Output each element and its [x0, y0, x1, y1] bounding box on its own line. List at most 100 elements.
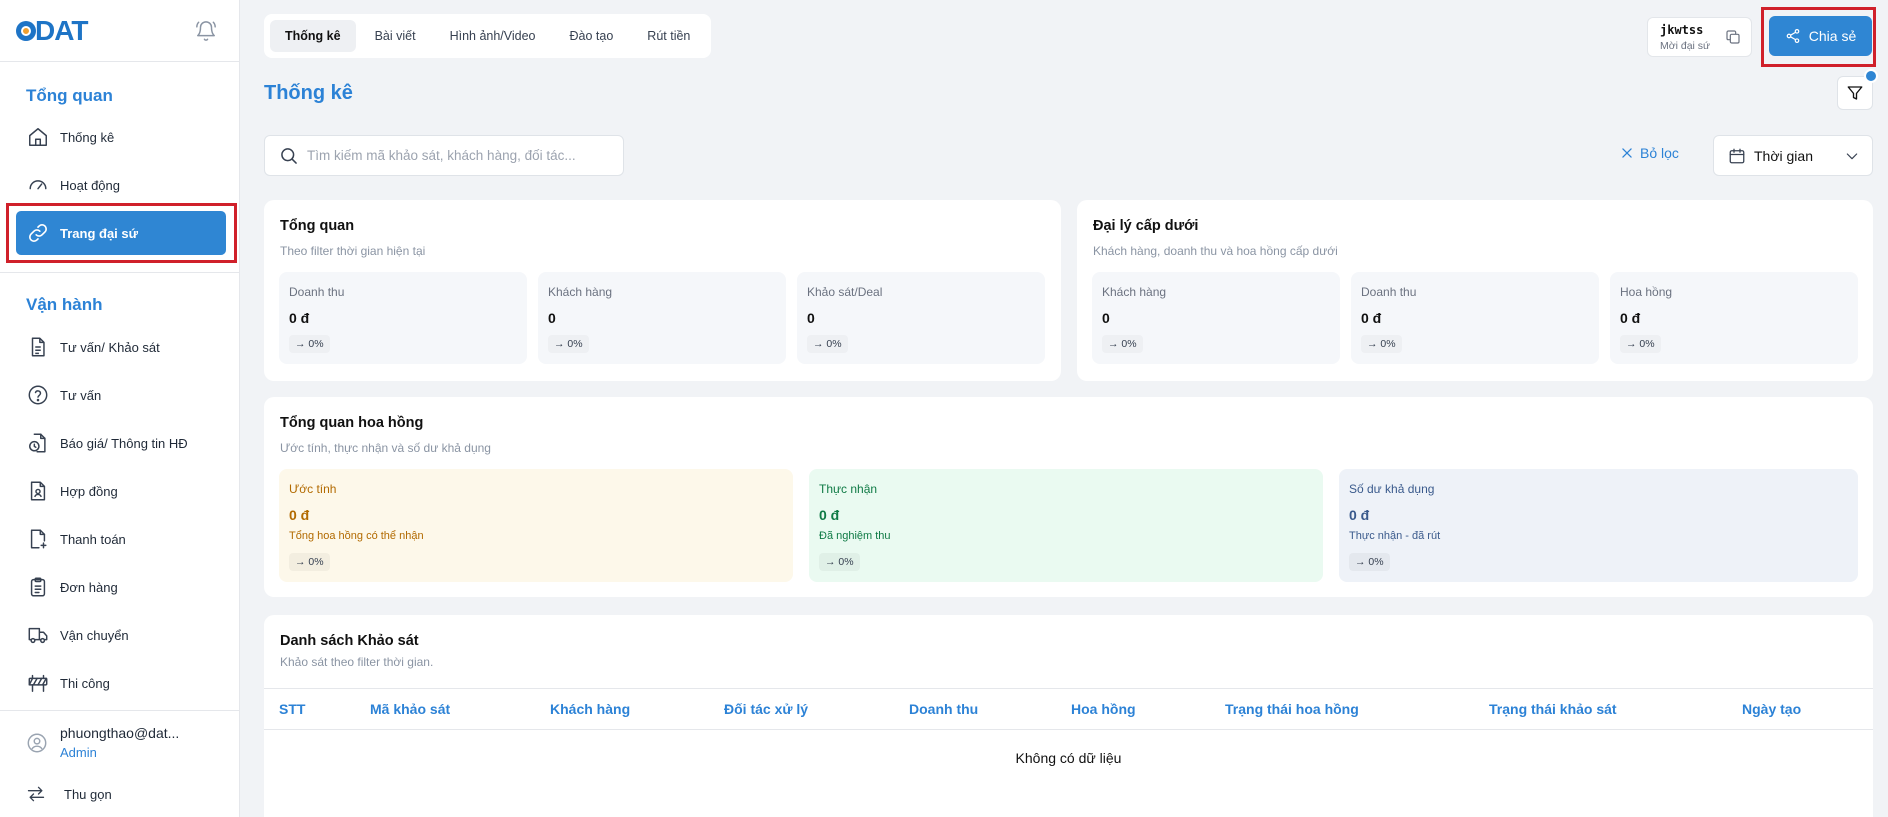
tab-rut-tien[interactable]: Rút tiền [632, 20, 705, 52]
sidebar: DAT Tổng quan Thống kê Hoạt động Trang đ… [0, 0, 240, 817]
clear-filter-label: Bỏ lọc [1640, 145, 1679, 161]
sidebar-item-label: Đơn hàng [60, 579, 118, 595]
sidebar-item-label: Thanh toán [60, 531, 126, 547]
share-button[interactable]: Chia sẻ [1769, 16, 1872, 56]
sidebar-item-label: Tư vấn [60, 387, 102, 403]
column-header-stt[interactable]: STT [279, 701, 305, 717]
collapse-sidebar-button[interactable]: Thu gọn [0, 784, 112, 804]
copy-icon[interactable] [1725, 29, 1741, 45]
invite-code-box: jkwtss Mời đại sứ [1647, 17, 1752, 57]
column-header-commission[interactable]: Hoa hồng [1071, 701, 1136, 717]
filter-indicator-dot [1864, 69, 1878, 83]
stat-value: 0 đ [819, 507, 840, 523]
card-title: Tổng quan [280, 218, 355, 234]
stat-value: 0 đ [289, 310, 310, 326]
empty-state: Không có dữ liệu [1015, 750, 1122, 766]
stat-received: Thực nhận 0 đ Đã nghiệm thu → 0% [809, 469, 1323, 582]
card-title: Danh sách Khảo sát [280, 633, 419, 649]
operations-nav: Tư vấn/ Khảo sát Tư vấn Báo giá/ Thông t… [0, 323, 240, 707]
sidebar-item-don-hang[interactable]: Đơn hàng [0, 563, 240, 611]
sidebar-item-tu-van-khao-sat[interactable]: Tư vấn/ Khảo sát [0, 323, 240, 371]
funnel-icon [1846, 84, 1864, 102]
contract-icon [27, 480, 49, 502]
time-range-select[interactable]: Thời gian [1713, 135, 1873, 176]
brand-logo[interactable]: DAT [16, 15, 88, 47]
stat-value: 0 [1102, 310, 1110, 326]
stat-change: → 0% [807, 335, 848, 353]
sidebar-item-label: Trang đại sứ [60, 225, 139, 241]
stat-change: → 0% [1361, 335, 1402, 353]
document-icon [27, 336, 49, 358]
sidebar-item-van-chuyen[interactable]: Vận chuyển [0, 611, 240, 659]
section-title-overview: Tổng quan [26, 86, 113, 105]
clear-filter-button[interactable]: Bỏ lọc [1620, 145, 1679, 161]
tab-thong-ke[interactable]: Thống kê [270, 20, 356, 52]
sidebar-item-thong-ke[interactable]: Thống kê [0, 113, 240, 161]
stat-value: 0 đ [1349, 507, 1370, 523]
stat-label: Doanh thu [1361, 285, 1417, 299]
section-title-operations: Vận hành [26, 295, 103, 314]
sidebar-item-label: Tư vấn/ Khảo sát [60, 339, 160, 355]
top-tabs: Thống kê Bài viết Hình ảnh/Video Đào tạo… [264, 14, 712, 58]
column-header-created-date[interactable]: Ngày tạo [1742, 701, 1801, 717]
stat-label: Doanh thu [289, 285, 345, 299]
sub-agents-card: Đại lý cấp dưới Khách hàng, doanh thu và… [1077, 200, 1873, 381]
user-profile[interactable]: phuongthao@dat... Admin [0, 725, 240, 760]
stat-value: 0 đ [1361, 310, 1382, 326]
tab-bai-viet[interactable]: Bài viết [360, 20, 431, 52]
sidebar-item-hoat-dong[interactable]: Hoạt động [0, 161, 240, 209]
column-header-revenue[interactable]: Doanh thu [909, 701, 978, 717]
sidebar-item-thi-cong[interactable]: Thi công [0, 659, 240, 707]
time-select-value: Thời gian [1754, 147, 1813, 164]
stat-note: Đã nghiệm thu [819, 530, 891, 542]
stat-note: Thực nhận - đã rút [1349, 530, 1441, 542]
stat-label: Ước tính [289, 482, 337, 496]
share-label: Chia sẻ [1808, 28, 1857, 44]
stat-label: Khảo sát/Deal [807, 285, 883, 299]
overview-card: Tổng quan Theo filter thời gian hiện tại… [264, 200, 1061, 381]
stat-value: 0 [548, 310, 556, 326]
survey-list-card: Danh sách Khảo sát Khảo sát theo filter … [264, 615, 1873, 817]
card-subtitle: Khách hàng, doanh thu và hoa hồng cấp dư… [1093, 244, 1338, 258]
user-email: phuongthao@dat... [60, 725, 180, 741]
stat-label: Số dư khả dụng [1349, 482, 1435, 496]
column-header-survey-status[interactable]: Trạng thái khảo sát [1489, 701, 1617, 717]
sidebar-item-tu-van[interactable]: Tư vấn [0, 371, 240, 419]
sidebar-item-label: Thống kê [60, 129, 115, 145]
construction-icon [27, 672, 49, 694]
stat-label: Hoa hồng [1620, 285, 1673, 299]
sidebar-item-bao-gia[interactable]: Báo giá/ Thông tin HĐ [0, 419, 240, 467]
help-circle-icon [27, 384, 49, 406]
stat-revenue: Doanh thu 0 đ → 0% [279, 272, 527, 364]
notification-bell-icon[interactable] [195, 20, 217, 42]
sidebar-item-hop-dong[interactable]: Hợp đồng [0, 467, 240, 515]
gauge-icon [27, 174, 49, 196]
stat-label: Khách hàng [548, 285, 613, 299]
stat-estimated: Ước tính 0 đ Tổng hoa hồng có thể nhận →… [279, 469, 793, 582]
stat-note: Tổng hoa hồng có thể nhận [289, 530, 424, 542]
tab-dao-tao[interactable]: Đào tạo [555, 20, 629, 52]
stat-change: → 0% [1620, 335, 1661, 353]
stat-value: 0 đ [289, 507, 310, 523]
tab-hinh-anh-video[interactable]: Hình ảnh/Video [435, 20, 551, 52]
stat-change: → 0% [548, 335, 589, 353]
search-icon [279, 146, 299, 166]
column-header-survey-code[interactable]: Mã khảo sát [370, 701, 450, 717]
column-header-commission-status[interactable]: Trạng thái hoa hồng [1225, 701, 1359, 717]
collapse-label: Thu gọn [64, 786, 112, 802]
link-icon [27, 222, 49, 244]
sidebar-item-thanh-toan[interactable]: Thanh toán [0, 515, 240, 563]
sidebar-header: DAT [0, 0, 239, 62]
search-input[interactable] [307, 148, 607, 163]
close-icon [1620, 146, 1634, 160]
sidebar-item-trang-dai-su[interactable]: Trang đại sứ [16, 211, 226, 255]
column-header-customer[interactable]: Khách hàng [550, 701, 630, 717]
search-box [264, 135, 624, 176]
column-header-partner[interactable]: Đối tác xử lý [724, 701, 808, 717]
stat-change: → 0% [289, 335, 330, 353]
stat-change: → 0% [1349, 553, 1390, 571]
swap-arrows-icon [26, 784, 46, 804]
truck-icon [27, 624, 49, 646]
page-title: Thống kê [264, 82, 353, 104]
card-title: Đại lý cấp dưới [1093, 218, 1199, 234]
